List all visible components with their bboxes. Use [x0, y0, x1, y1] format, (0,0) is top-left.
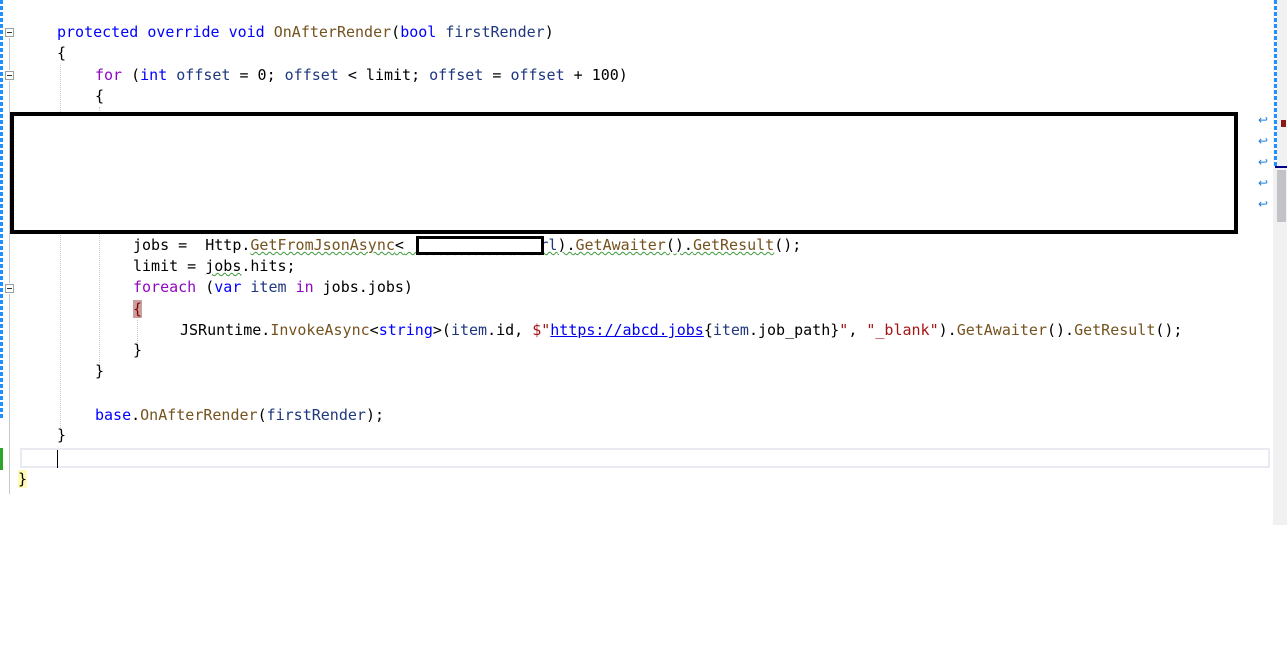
fold-collapse-icon[interactable] — [5, 71, 14, 80]
word-wrap-icon: ↩ — [1258, 113, 1269, 127]
matched-brace: { — [133, 300, 143, 318]
scrollbar-caret-marker — [1275, 166, 1287, 168]
code-line-1: protected override void OnAfterRender(bo… — [57, 23, 554, 41]
word-wrap-icon: ↩ — [1258, 134, 1269, 148]
code-line-3: for (int offset = 0; offset < limit; off… — [95, 66, 628, 84]
fold-collapse-icon[interactable] — [5, 284, 14, 293]
word-wrap-icon: ↩ — [1258, 155, 1269, 169]
code-line-10: } — [133, 341, 143, 359]
left-margin-indicator — [0, 0, 3, 420]
code-line-2: { — [57, 44, 67, 62]
word-wrap-icon: ↩ — [1258, 197, 1269, 211]
fold-collapse-icon[interactable] — [5, 28, 14, 37]
url-link[interactable]: https://abcd.jobs — [550, 321, 704, 339]
code-line-8: { — [133, 299, 143, 320]
current-line-highlight — [20, 448, 1270, 468]
code-line-7: foreach (var item in jobs.jobs) — [133, 278, 413, 296]
change-marker — [0, 448, 3, 470]
code-line-12: base.OnAfterRender(firstRender); — [95, 406, 384, 424]
code-editor[interactable]: protected override void OnAfterRender(bo… — [0, 0, 1287, 648]
code-line-4: { — [95, 87, 105, 105]
code-line-13: } — [57, 426, 67, 444]
fold-line — [9, 38, 10, 70]
text-caret — [57, 450, 58, 468]
code-line-15: } — [18, 470, 28, 488]
scrollbar-thumb[interactable] — [1277, 170, 1286, 222]
scrollbar-change-indicator — [1274, 0, 1277, 168]
fold-line — [9, 294, 10, 494]
scrollbar-error-marker — [1281, 120, 1286, 127]
redaction-box — [10, 112, 1238, 234]
code-line-9: JSRuntime.InvokeAsync<string>(item.id, $… — [180, 321, 1183, 339]
word-wrap-icon: ↩ — [1258, 176, 1269, 190]
redaction-box-small — [416, 236, 544, 255]
code-line-11: } — [95, 362, 105, 380]
code-line-6: limit = jobs.hits; — [133, 257, 296, 275]
